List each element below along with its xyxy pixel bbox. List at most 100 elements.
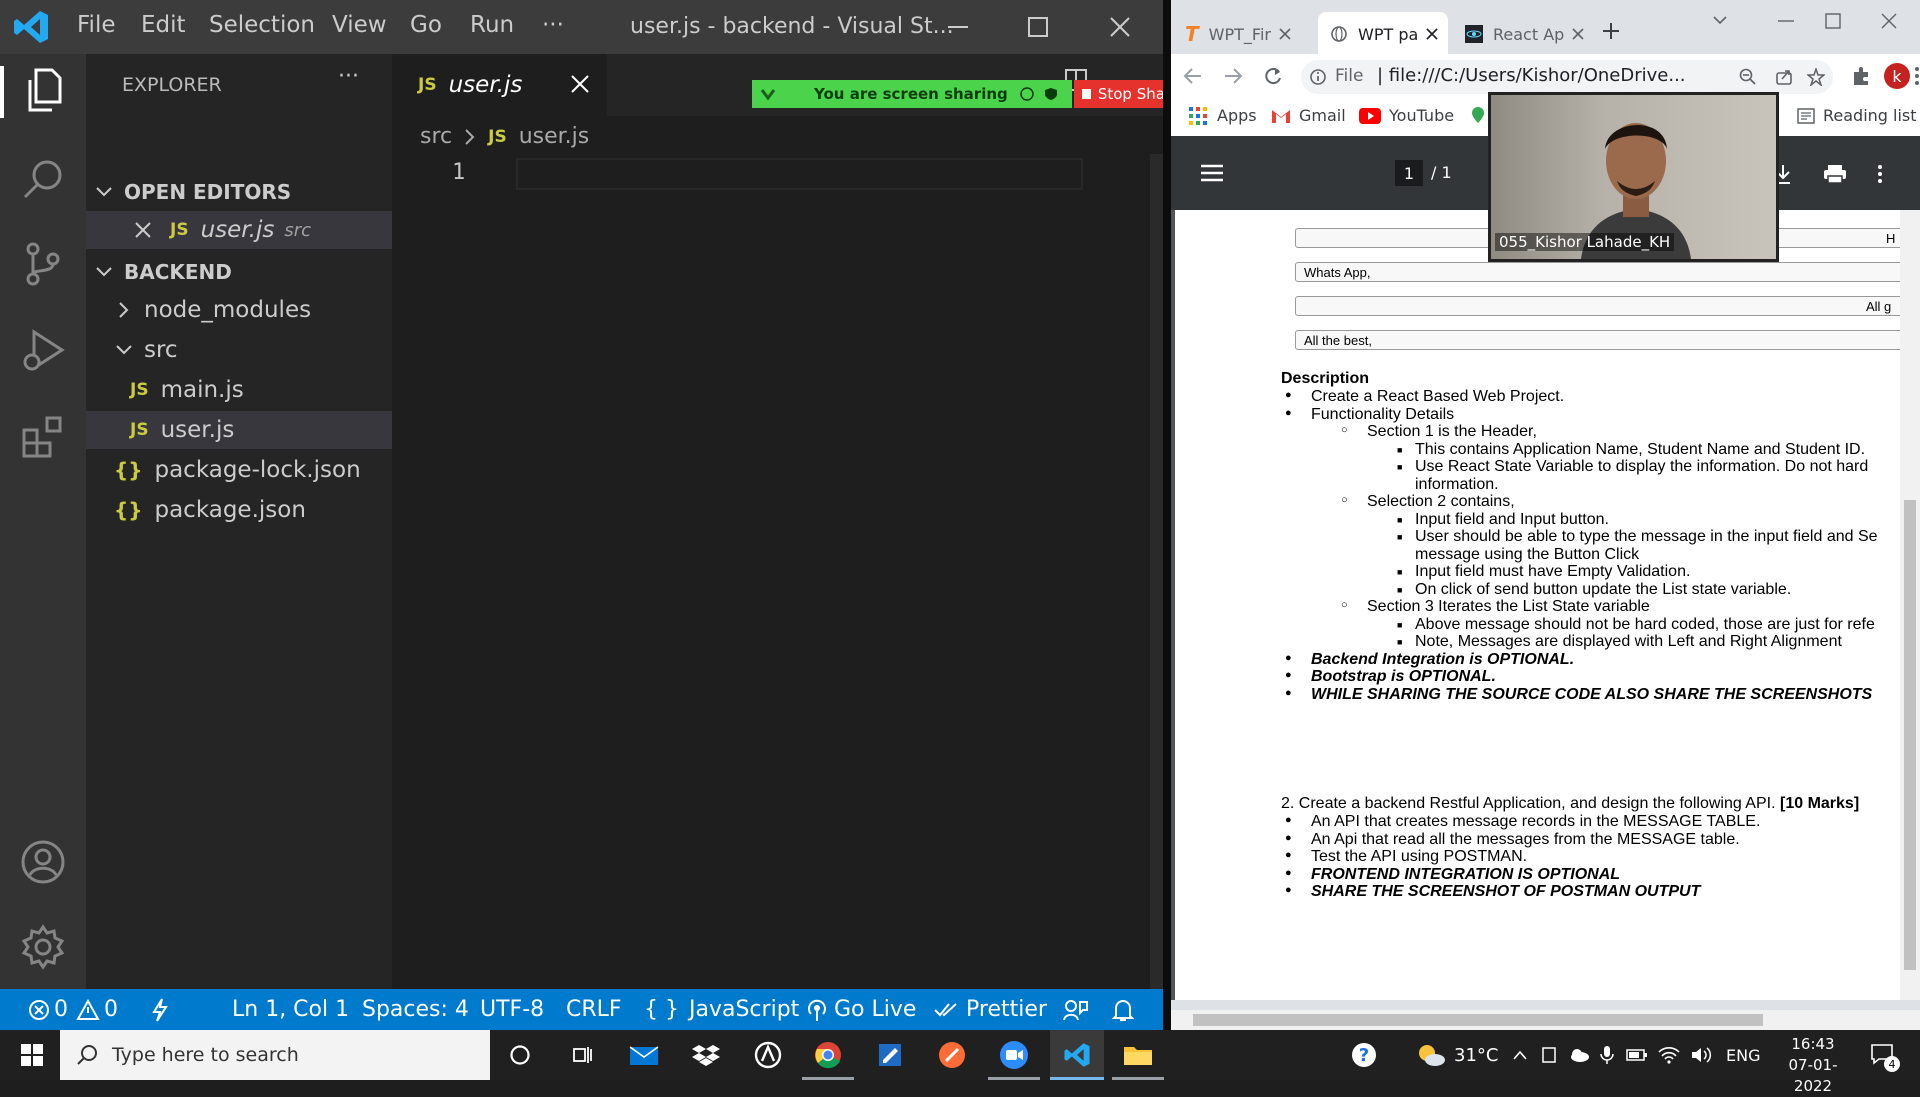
notepad-app-icon[interactable]	[864, 1034, 916, 1076]
pdf-vertical-scrollbar[interactable]	[1900, 210, 1920, 1000]
editor-area[interactable]	[392, 54, 1163, 989]
menu-run[interactable]: Run	[470, 12, 514, 38]
pdf-horizontal-scrollbar[interactable]	[1171, 1010, 1920, 1030]
scrollbar-thumb[interactable]	[1904, 500, 1916, 970]
explorer-more-button[interactable]: ···	[338, 64, 359, 89]
minimize-button[interactable]	[918, 0, 998, 54]
settings-gear-icon[interactable]	[18, 922, 68, 972]
menu-more[interactable]: ···	[542, 12, 564, 38]
microphone-icon[interactable]	[1600, 1030, 1614, 1080]
open-editor-item[interactable]: JS user.js src	[86, 211, 392, 249]
explorer-icon[interactable]	[18, 66, 68, 116]
maximize-button[interactable]	[998, 0, 1078, 54]
extensions-icon[interactable]	[18, 412, 68, 462]
tab-user-js[interactable]: JS user.js	[392, 54, 607, 116]
menu-view[interactable]: View	[332, 12, 387, 38]
tree-item-package-json[interactable]: {} package.json	[86, 491, 392, 529]
notifications-bell-icon[interactable]	[1112, 989, 1134, 1030]
help-icon[interactable]: ?	[1350, 1030, 1378, 1080]
browser-tab-wpt-pa[interactable]: WPT pa	[1330, 14, 1448, 54]
volume-icon[interactable]	[1690, 1030, 1712, 1080]
breadcrumb[interactable]: src JS user.js	[420, 124, 589, 149]
tray-device-icon[interactable]	[1540, 1030, 1558, 1080]
menu-file[interactable]: File	[77, 12, 116, 38]
vpn-app-icon[interactable]	[742, 1034, 794, 1076]
reading-list[interactable]: Reading list	[1797, 106, 1917, 125]
open-editors-header[interactable]: OPEN EDITORS	[86, 173, 392, 211]
weather-widget[interactable]: 31°C	[1416, 1030, 1498, 1080]
tree-item-package-lock-json[interactable]: {} package-lock.json	[86, 451, 392, 489]
browser-tab-wpt-fir[interactable]: T WPT_Fir	[1185, 14, 1315, 54]
cursor-position[interactable]: Ln 1, Col 1	[232, 989, 349, 1030]
mail-icon[interactable]	[618, 1034, 670, 1076]
menu-go[interactable]: Go	[410, 12, 442, 38]
zoom-participant-video[interactable]: 055_Kishor Lahade_KH	[1488, 92, 1779, 262]
pdf-more-kebab-icon[interactable]	[1878, 164, 1882, 184]
action-center-button[interactable]: 4	[1870, 1030, 1900, 1080]
extensions-puzzle-icon[interactable]	[1851, 66, 1871, 86]
tree-item-main-js[interactable]: JS main.js	[86, 371, 392, 409]
profile-avatar[interactable]: k	[1884, 63, 1910, 89]
backend-folder-header[interactable]: BACKEND	[86, 253, 392, 291]
tree-item-user-js[interactable]: JS user.js	[86, 411, 392, 449]
battery-icon[interactable]	[1626, 1030, 1648, 1080]
bookmark-apps[interactable]: Apps	[1189, 106, 1257, 125]
problems-indicator[interactable]: 0 0	[28, 989, 118, 1030]
prettier-button[interactable]: Prettier	[934, 989, 1047, 1030]
address-bar[interactable]: File | file:///C:/Users/Kishor/OneDrive.…	[1301, 60, 1833, 94]
cortana-icon[interactable]	[494, 1034, 546, 1076]
forward-arrow-icon[interactable]	[1223, 66, 1243, 86]
close-window-button[interactable]	[1080, 0, 1160, 54]
taskbar-search-input[interactable]: Type here to search	[60, 1030, 490, 1080]
pause-icon[interactable]	[1020, 87, 1034, 101]
chrome-minimize-icon[interactable]	[1777, 12, 1795, 30]
postman-icon[interactable]	[926, 1034, 978, 1076]
clock[interactable]: 16:43 07-01-2022	[1774, 1034, 1852, 1095]
menu-edit[interactable]: Edit	[141, 12, 186, 38]
onedrive-cloud-icon[interactable]	[1568, 1030, 1590, 1080]
hamburger-menu-icon[interactable]	[1201, 164, 1223, 182]
back-arrow-icon[interactable]	[1183, 66, 1203, 86]
accounts-icon[interactable]	[18, 837, 68, 887]
breadcrumb-folder[interactable]: src	[420, 124, 452, 149]
task-view-icon[interactable]	[556, 1034, 608, 1076]
current-line-highlight[interactable]	[516, 158, 1083, 190]
dropbox-icon[interactable]	[680, 1034, 732, 1076]
input-language[interactable]: ENG	[1726, 1030, 1760, 1080]
new-tab-button[interactable]	[1602, 22, 1620, 40]
reload-icon[interactable]	[1263, 66, 1283, 86]
menu-selection[interactable]: Selection	[209, 12, 315, 38]
chrome-close-icon[interactable]	[1880, 12, 1898, 30]
show-hidden-icons-chevron-icon[interactable]	[1512, 1030, 1528, 1080]
zoom-app-icon[interactable]	[988, 1034, 1040, 1076]
chrome-maximize-icon[interactable]	[1824, 12, 1842, 30]
maps-pin-icon[interactable]	[1471, 106, 1485, 124]
browser-tab-react-app[interactable]: React Ap	[1465, 14, 1590, 54]
source-control-icon[interactable]	[18, 239, 68, 289]
file-explorer-icon[interactable]	[1112, 1034, 1164, 1076]
tab-search-chevron-icon[interactable]	[1712, 14, 1728, 26]
windows-start-icon[interactable]	[6, 1034, 58, 1076]
page-number-input[interactable]: 1	[1395, 160, 1423, 186]
run-debug-icon[interactable]	[18, 326, 68, 376]
chrome-taskbar-icon[interactable]	[802, 1034, 854, 1076]
tree-item-node-modules[interactable]: node_modules	[86, 291, 392, 329]
go-live-button[interactable]: Go Live	[806, 989, 916, 1030]
scrollbar-thumb[interactable]	[1193, 1014, 1763, 1026]
indentation[interactable]: Spaces: 4	[362, 989, 469, 1030]
feedback-icon[interactable]	[1062, 989, 1088, 1030]
chrome-menu-kebab-icon[interactable]	[1915, 66, 1919, 86]
breadcrumb-file[interactable]: user.js	[519, 124, 590, 149]
print-icon[interactable]	[1823, 164, 1847, 184]
tree-item-src[interactable]: src	[86, 331, 392, 369]
lightning-icon[interactable]	[150, 989, 170, 1030]
vscode-taskbar-icon[interactable]	[1051, 1034, 1103, 1076]
bookmark-youtube[interactable]: YouTube	[1359, 106, 1454, 125]
bookmark-gmail[interactable]: Gmail	[1271, 106, 1346, 125]
wifi-icon[interactable]	[1658, 1030, 1680, 1080]
search-icon[interactable]	[18, 154, 68, 204]
line-ending[interactable]: CRLF	[566, 989, 622, 1030]
drag-handle-icon[interactable]	[760, 86, 776, 102]
language-mode[interactable]: { } JavaScript	[644, 989, 799, 1030]
encoding[interactable]: UTF-8	[480, 989, 544, 1030]
